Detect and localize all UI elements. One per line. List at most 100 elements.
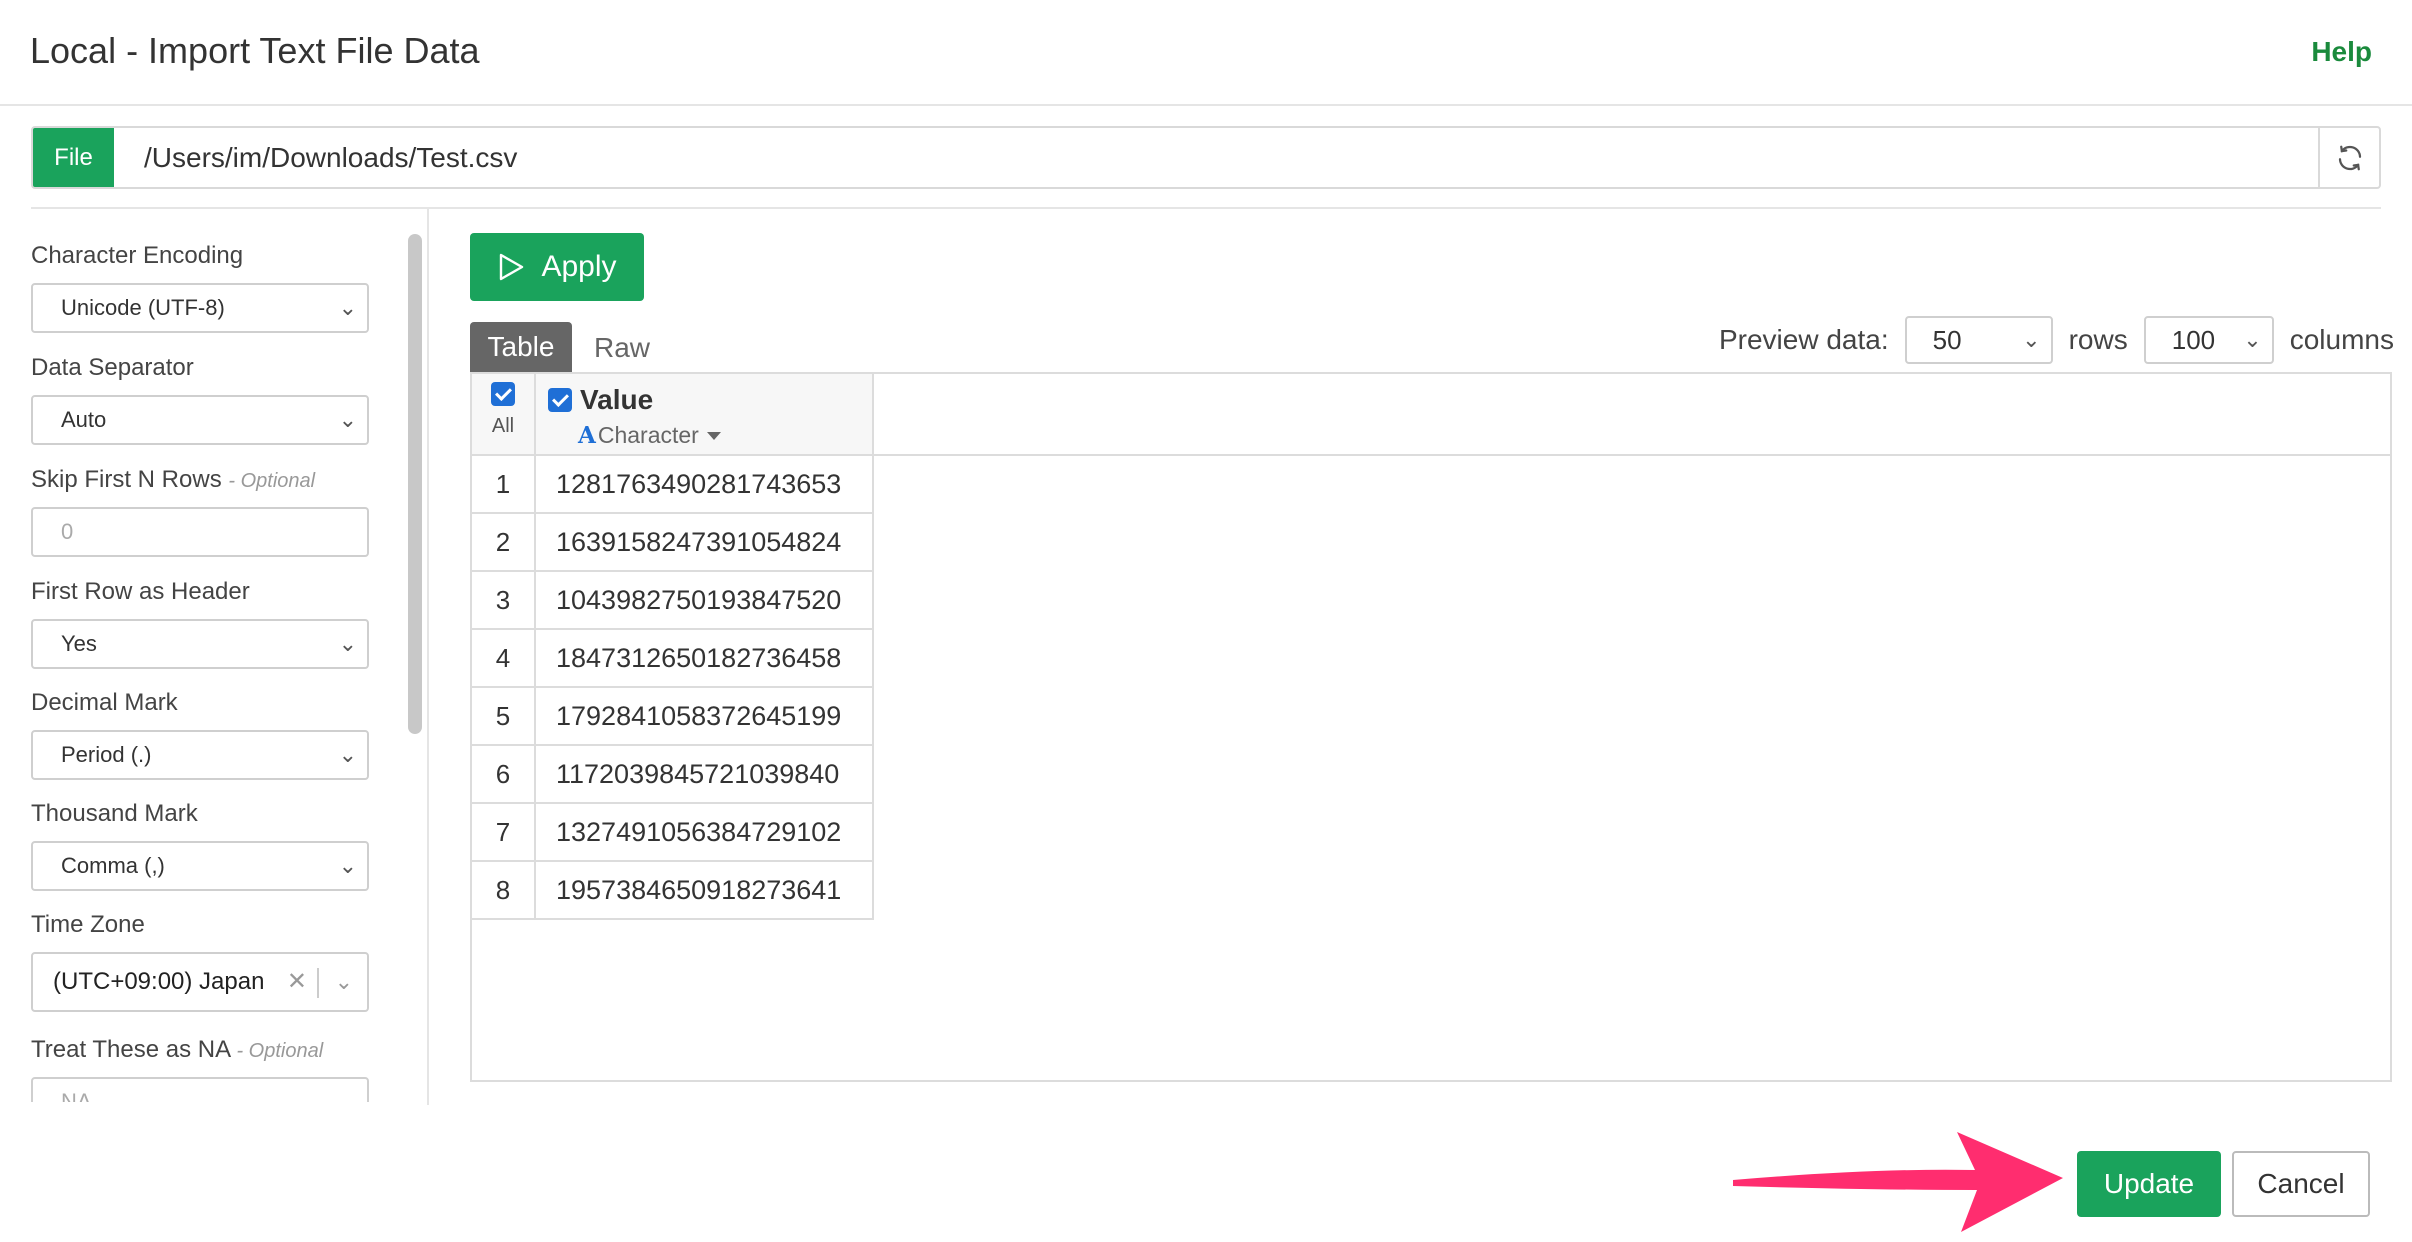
thousand-mark-select[interactable]: Comma (,) ⌄: [31, 841, 369, 891]
row-index: 1: [472, 456, 536, 512]
file-path-input[interactable]: /Users/im/Downloads/Test.csv: [114, 128, 2318, 187]
decimal-mark-select[interactable]: Period (.) ⌄: [31, 730, 369, 780]
encoding-label: Character Encoding: [31, 242, 244, 269]
help-link[interactable]: Help: [2311, 36, 2372, 68]
separator-value: Auto: [61, 407, 107, 432]
settings-panel: Character Encoding Unicode (UTF-8) ⌄ Dat…: [0, 222, 430, 1102]
clear-icon[interactable]: ✕: [287, 954, 307, 1010]
chevron-down-icon: ⌄: [2243, 327, 2262, 352]
separator-label: Data Separator: [31, 354, 194, 381]
annotation-arrow-icon: [1733, 1132, 2063, 1232]
separator-select[interactable]: Auto ⌄: [31, 395, 369, 445]
row-index: 3: [472, 572, 536, 628]
chevron-down-icon: ⌄: [338, 407, 357, 432]
refresh-icon: [2338, 145, 2361, 170]
row-value: 1281763490281743653: [536, 456, 874, 512]
row-value: 1043982750193847520: [536, 572, 874, 628]
header-row-value: Yes: [61, 631, 97, 656]
time-zone-value: (UTC+09:00) Japan: [53, 968, 265, 995]
caret-down-icon: [706, 431, 721, 440]
preview-controls: Preview data: 50 ⌄ rows 100 ⌄ columns: [1719, 316, 2394, 364]
encoding-field: Character Encoding Unicode (UTF-8) ⌄: [31, 242, 371, 333]
row-value: 1792841058372645199: [536, 688, 874, 744]
columns-label: columns: [2289, 324, 2394, 355]
preview-table: All Value A Character 1 12817634902817436…: [470, 372, 2392, 1082]
dialog-title: Local - Import Text File Data: [30, 30, 480, 71]
column-type: Character: [597, 422, 699, 448]
decimal-mark-field: Decimal Mark Period (.) ⌄: [31, 689, 371, 780]
select-separator: [317, 968, 319, 998]
table-row: 4 1847312650182736458: [472, 630, 874, 688]
decimal-mark-value: Period (.): [61, 742, 152, 767]
row-index: 7: [472, 804, 536, 860]
select-all-header: All: [472, 374, 536, 454]
cancel-button[interactable]: Cancel: [2232, 1151, 2370, 1217]
apply-label: Apply: [541, 250, 617, 283]
treat-na-field: Treat These as NA - Optional NA: [31, 1036, 371, 1102]
skip-rows-label-text: Skip First N Rows: [31, 466, 222, 493]
skip-rows-field: Skip First N Rows - Optional 0: [31, 466, 371, 557]
tab-raw[interactable]: Raw: [594, 332, 650, 364]
file-button[interactable]: File: [33, 128, 114, 187]
preview-columns-value: 100: [2171, 325, 2216, 355]
chevron-down-icon: ⌄: [2022, 327, 2041, 352]
table-row: 6 1172039845721039840: [472, 746, 874, 804]
all-label: All: [491, 415, 515, 437]
row-index: 5: [472, 688, 536, 744]
table-row: 5 1792841058372645199: [472, 688, 874, 746]
row-value: 1327491056384729102: [536, 804, 874, 860]
decimal-mark-label: Decimal Mark: [31, 689, 178, 716]
row-value: 1847312650182736458: [536, 630, 874, 686]
preview-columns-select[interactable]: 100 ⌄: [2143, 316, 2274, 364]
refresh-button[interactable]: [2318, 128, 2379, 187]
update-button[interactable]: Update: [2077, 1151, 2221, 1217]
header-row-field: First Row as Header Yes ⌄: [31, 578, 371, 669]
header-row-select[interactable]: Yes ⌄: [31, 619, 369, 669]
thousand-mark-value: Comma (,): [61, 853, 165, 878]
file-bar: File /Users/im/Downloads/Test.csv: [31, 126, 2381, 189]
table-body: 1 1281763490281743653 2 163915824739105482…: [472, 456, 874, 920]
row-value: 1957384650918273641: [536, 862, 874, 918]
time-zone-label: Time Zone: [31, 911, 145, 938]
skip-rows-input[interactable]: 0: [31, 507, 369, 557]
chevron-down-icon: ⌄: [338, 631, 357, 656]
column-name: Value: [580, 384, 654, 415]
column-type-dropdown[interactable]: A Character: [578, 422, 721, 449]
skip-rows-label: Skip First N Rows - Optional: [31, 466, 371, 494]
table-row: 2 1639158247391054824: [472, 514, 874, 572]
select-all-checkbox[interactable]: [491, 382, 515, 406]
tab-table[interactable]: Table: [470, 322, 572, 372]
chevron-down-icon: ⌄: [338, 853, 357, 878]
row-value: 1172039845721039840: [536, 746, 874, 802]
encoding-select[interactable]: Unicode (UTF-8) ⌄: [31, 283, 369, 333]
treat-na-input[interactable]: NA: [31, 1077, 369, 1102]
preview-rows-select[interactable]: 50 ⌄: [1904, 316, 2053, 364]
row-index: 4: [472, 630, 536, 686]
rows-label: rows: [2068, 324, 2128, 355]
table-row: 1 1281763490281743653: [472, 456, 874, 514]
separator-field: Data Separator Auto ⌄: [31, 354, 371, 445]
time-zone-field: Time Zone (UTC+09:00) Japan ✕ ⌄: [31, 911, 371, 1012]
table-row: 7 1327491056384729102: [472, 804, 874, 862]
thousand-mark-label: Thousand Mark: [31, 800, 198, 827]
row-index: 6: [472, 746, 536, 802]
preview-rows-value: 50: [1932, 325, 1962, 355]
character-type-icon: A: [578, 422, 596, 449]
row-index: 2: [472, 514, 536, 570]
treat-na-label-text: Treat These as NA: [31, 1036, 230, 1063]
encoding-value: Unicode (UTF-8): [61, 295, 225, 320]
treat-na-label: Treat These as NA - Optional: [31, 1036, 371, 1064]
thousand-mark-field: Thousand Mark Comma (,) ⌄: [31, 800, 371, 891]
row-index: 8: [472, 862, 536, 918]
chevron-down-icon: ⌄: [338, 742, 357, 767]
play-icon: [500, 253, 524, 281]
dialog-header: Local - Import Text File Data Help: [0, 0, 2412, 106]
divider: [31, 207, 2381, 209]
apply-button[interactable]: Apply: [470, 233, 644, 301]
column-checkbox[interactable]: [548, 388, 572, 412]
row-value: 1639158247391054824: [536, 514, 874, 570]
optional-tag: - Optional: [236, 1040, 324, 1062]
table-row: 8 1957384650918273641: [472, 862, 874, 920]
optional-tag: - Optional: [228, 470, 316, 492]
time-zone-select[interactable]: (UTC+09:00) Japan ✕ ⌄: [31, 952, 369, 1012]
